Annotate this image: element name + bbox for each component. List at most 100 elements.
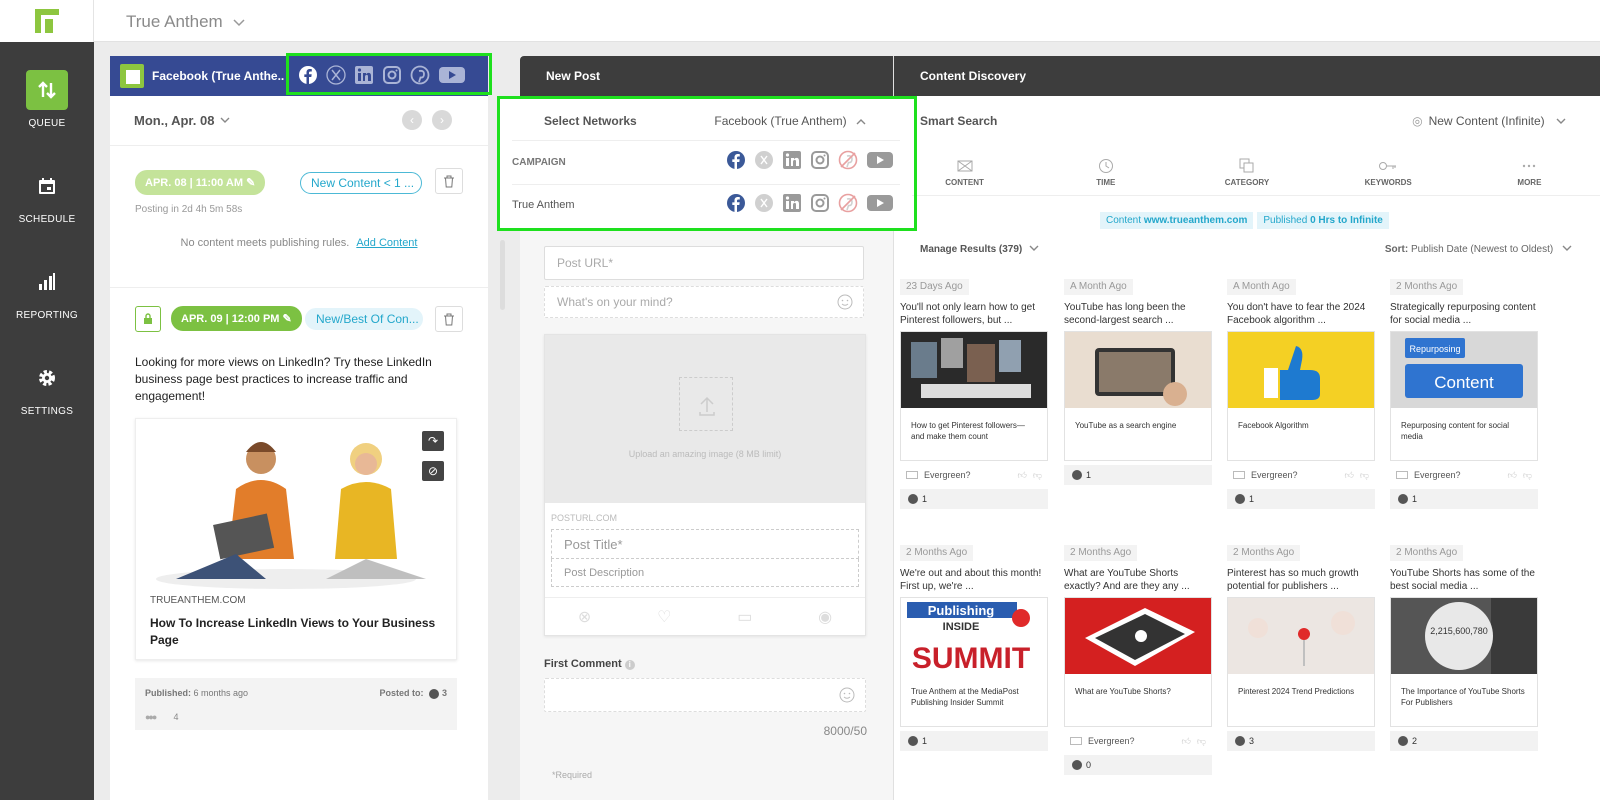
- content-card[interactable]: A Month Ago You don't have to fear the 20…: [1227, 276, 1375, 509]
- facebook-icon: [1398, 736, 1408, 746]
- tab-keywords[interactable]: KEYWORDS: [1318, 152, 1459, 195]
- content-card[interactable]: A Month Ago YouTube has long been the sec…: [1064, 276, 1212, 485]
- content-discovery-panel: Content Discovery Smart Search ◎ New Cont…: [894, 56, 1600, 800]
- tab-time[interactable]: TIME: [1035, 152, 1176, 195]
- content-card[interactable]: 2 Months Ago YouTube Shorts has some of t…: [1390, 542, 1538, 751]
- slot-time-pill[interactable]: APR. 08 | 11:00 AM ✎: [135, 170, 266, 195]
- cancel-icon[interactable]: ⊗: [578, 607, 591, 627]
- label-icon[interactable]: ▭: [737, 607, 752, 627]
- evergreen-toggle[interactable]: Evergreen? 👍︎👎︎: [1390, 465, 1538, 485]
- card-post-count: 2: [1390, 731, 1538, 751]
- sort-dropdown[interactable]: Sort: Publish Date (Newest to Oldest): [1385, 244, 1572, 255]
- card-preview[interactable]: 2,215,600,780 The Importance of YouTube S…: [1390, 597, 1538, 727]
- card-preview[interactable]: What are YouTube Shorts?: [1064, 597, 1212, 727]
- first-comment-input[interactable]: [544, 678, 866, 712]
- sidebar-item-settings[interactable]: SETTINGS: [0, 358, 94, 417]
- content-card[interactable]: 2 Months Ago Pinterest has so much growth…: [1227, 542, 1375, 751]
- upload-hint: Upload an amazing image (8 MB limit): [628, 449, 782, 459]
- lock-button[interactable]: [135, 306, 161, 332]
- more-dots-icon: [1523, 164, 1536, 168]
- card-post-count: 0: [1064, 755, 1212, 775]
- card-snippet: What are YouTube Shorts exactly? And are…: [1064, 568, 1190, 592]
- evergreen-toggle[interactable]: Evergreen? 👍︎👎︎: [1064, 731, 1212, 751]
- card-age: 2 Months Ago: [1227, 545, 1301, 561]
- delete-slot-button[interactable]: [435, 168, 463, 194]
- eye-icon[interactable]: ◉: [818, 607, 832, 627]
- sidebar-item-schedule[interactable]: SCHEDULE: [0, 166, 94, 225]
- add-content-link[interactable]: Add Content: [356, 237, 417, 249]
- slot-rule-pill[interactable]: New/Best Of Con...: [305, 308, 423, 330]
- post-text-input[interactable]: What's on your mind?: [544, 286, 864, 318]
- card-age: 2 Months Ago: [1390, 279, 1464, 295]
- card-preview[interactable]: Pinterest 2024 Trend Predictions: [1227, 597, 1375, 727]
- content-mode-dropdown[interactable]: ◎ New Content (Infinite): [1412, 114, 1566, 128]
- card-age: A Month Ago: [1227, 279, 1296, 295]
- slot-time-pill[interactable]: APR. 09 | 12:00 PM ✎: [171, 306, 302, 331]
- emoji-icon: [839, 687, 855, 703]
- x-twitter-icon[interactable]: [326, 65, 346, 85]
- content-card[interactable]: 2 Months Ago We're out and about this mon…: [900, 542, 1048, 751]
- queue-account-title[interactable]: Facebook (True Anthe...: [152, 69, 285, 83]
- card-thumbnail: 2,215,600,780: [1391, 598, 1537, 674]
- post-title-input[interactable]: Post Title*: [551, 529, 859, 559]
- character-counter: 8000/50: [823, 724, 867, 738]
- card-preview[interactable]: YouTube as a search engine: [1064, 331, 1212, 461]
- account-switcher[interactable]: True Anthem: [126, 12, 245, 32]
- evergreen-toggle[interactable]: Evergreen? 👍︎👎︎: [900, 465, 1048, 485]
- youtube-icon[interactable]: [438, 65, 466, 85]
- facebook-icon[interactable]: [298, 65, 318, 85]
- queue-slot-1: APR. 08 | 11:00 AM ✎ New Content < 1 ...…: [110, 146, 488, 288]
- category-icon: [1239, 158, 1254, 173]
- delete-post-button[interactable]: [435, 306, 463, 332]
- filter-chip-published[interactable]: Published 0 Hrs to Infinite: [1257, 212, 1389, 229]
- app-logo[interactable]: [0, 0, 94, 42]
- trash-icon: [444, 175, 454, 187]
- content-card[interactable]: 23 Days Ago You'll not only learn how to …: [900, 276, 1048, 509]
- card-post-count: 1: [1227, 489, 1375, 509]
- manage-results-dropdown[interactable]: Manage Results (379): [920, 244, 1039, 255]
- evergreen-toggle[interactable]: Evergreen? 👍︎👎︎: [1227, 465, 1375, 485]
- svg-text:Repurposing: Repurposing: [1409, 344, 1460, 354]
- share-arrow-icon[interactable]: ↷: [422, 431, 444, 451]
- tab-category[interactable]: CATEGORY: [1176, 152, 1317, 195]
- card-age: A Month Ago: [1064, 279, 1133, 295]
- sidebar-item-reporting[interactable]: REPORTING: [0, 262, 94, 321]
- date-bar: Mon., Apr. 08 ‹ ›: [110, 96, 488, 146]
- instagram-icon[interactable]: [382, 65, 402, 85]
- card-preview[interactable]: Repurposing Content Repurposing content fo…: [1390, 331, 1538, 461]
- block-icon[interactable]: ⊘: [422, 461, 444, 481]
- heart-tag-icon[interactable]: ♡: [657, 607, 671, 627]
- slot-rule-pill[interactable]: New Content < 1 ...: [300, 172, 422, 194]
- first-comment-label: First Comment i: [544, 658, 635, 670]
- filter-chip-content[interactable]: Content www.trueanthem.com: [1100, 212, 1254, 229]
- image-upload-area[interactable]: Upload an amazing image (8 MB limit): [545, 335, 865, 503]
- card-preview[interactable]: How to get Pinterest followers—and make …: [900, 331, 1048, 461]
- content-card[interactable]: 2 Months Ago Strategically repurposing co…: [1390, 276, 1538, 509]
- sidebar: QUEUE SCHEDULE REPORTING SETTINGS: [0, 42, 94, 800]
- gear-icon: [26, 358, 68, 398]
- prev-day-button[interactable]: ‹: [402, 110, 422, 130]
- bar-chart-icon: [26, 262, 68, 302]
- next-day-button[interactable]: ›: [432, 110, 452, 130]
- card-preview[interactable]: Publishing INSIDE SUMMIT True Anthem at the…: [900, 597, 1048, 727]
- post-description-input[interactable]: Post Description: [551, 559, 859, 587]
- queue-date[interactable]: Mon., Apr. 08: [134, 113, 214, 128]
- new-post-header: New Post: [520, 56, 893, 96]
- post-url-input[interactable]: Post URL*: [544, 246, 864, 280]
- card-preview[interactable]: Facebook Algorithm: [1227, 331, 1375, 461]
- card-caption: The Importance of YouTube Shorts For Pub…: [1401, 687, 1525, 707]
- chevron-down-icon: [1556, 118, 1566, 124]
- queue-panel: Facebook (True Anthe... Mon., Apr. 08 ‹ …: [110, 56, 488, 800]
- link-preview-card[interactable]: ↷ ⊘ TRUEANTHEM.COM How To Increase Linke…: [135, 418, 457, 660]
- tag-icon: [1070, 737, 1082, 745]
- pinterest-icon[interactable]: [410, 65, 430, 85]
- linkedin-icon[interactable]: [354, 65, 374, 85]
- tab-more[interactable]: MORE: [1459, 152, 1600, 195]
- scrollbar[interactable]: [500, 240, 505, 310]
- card-caption: YouTube as a search engine: [1075, 421, 1177, 430]
- chevron-down-icon[interactable]: [220, 117, 230, 124]
- card-post-count: 1: [1064, 465, 1212, 485]
- content-card[interactable]: 2 Months Ago What are YouTube Shorts exac…: [1064, 542, 1212, 775]
- sidebar-item-queue[interactable]: QUEUE: [0, 70, 94, 129]
- info-icon: i: [624, 660, 635, 670]
